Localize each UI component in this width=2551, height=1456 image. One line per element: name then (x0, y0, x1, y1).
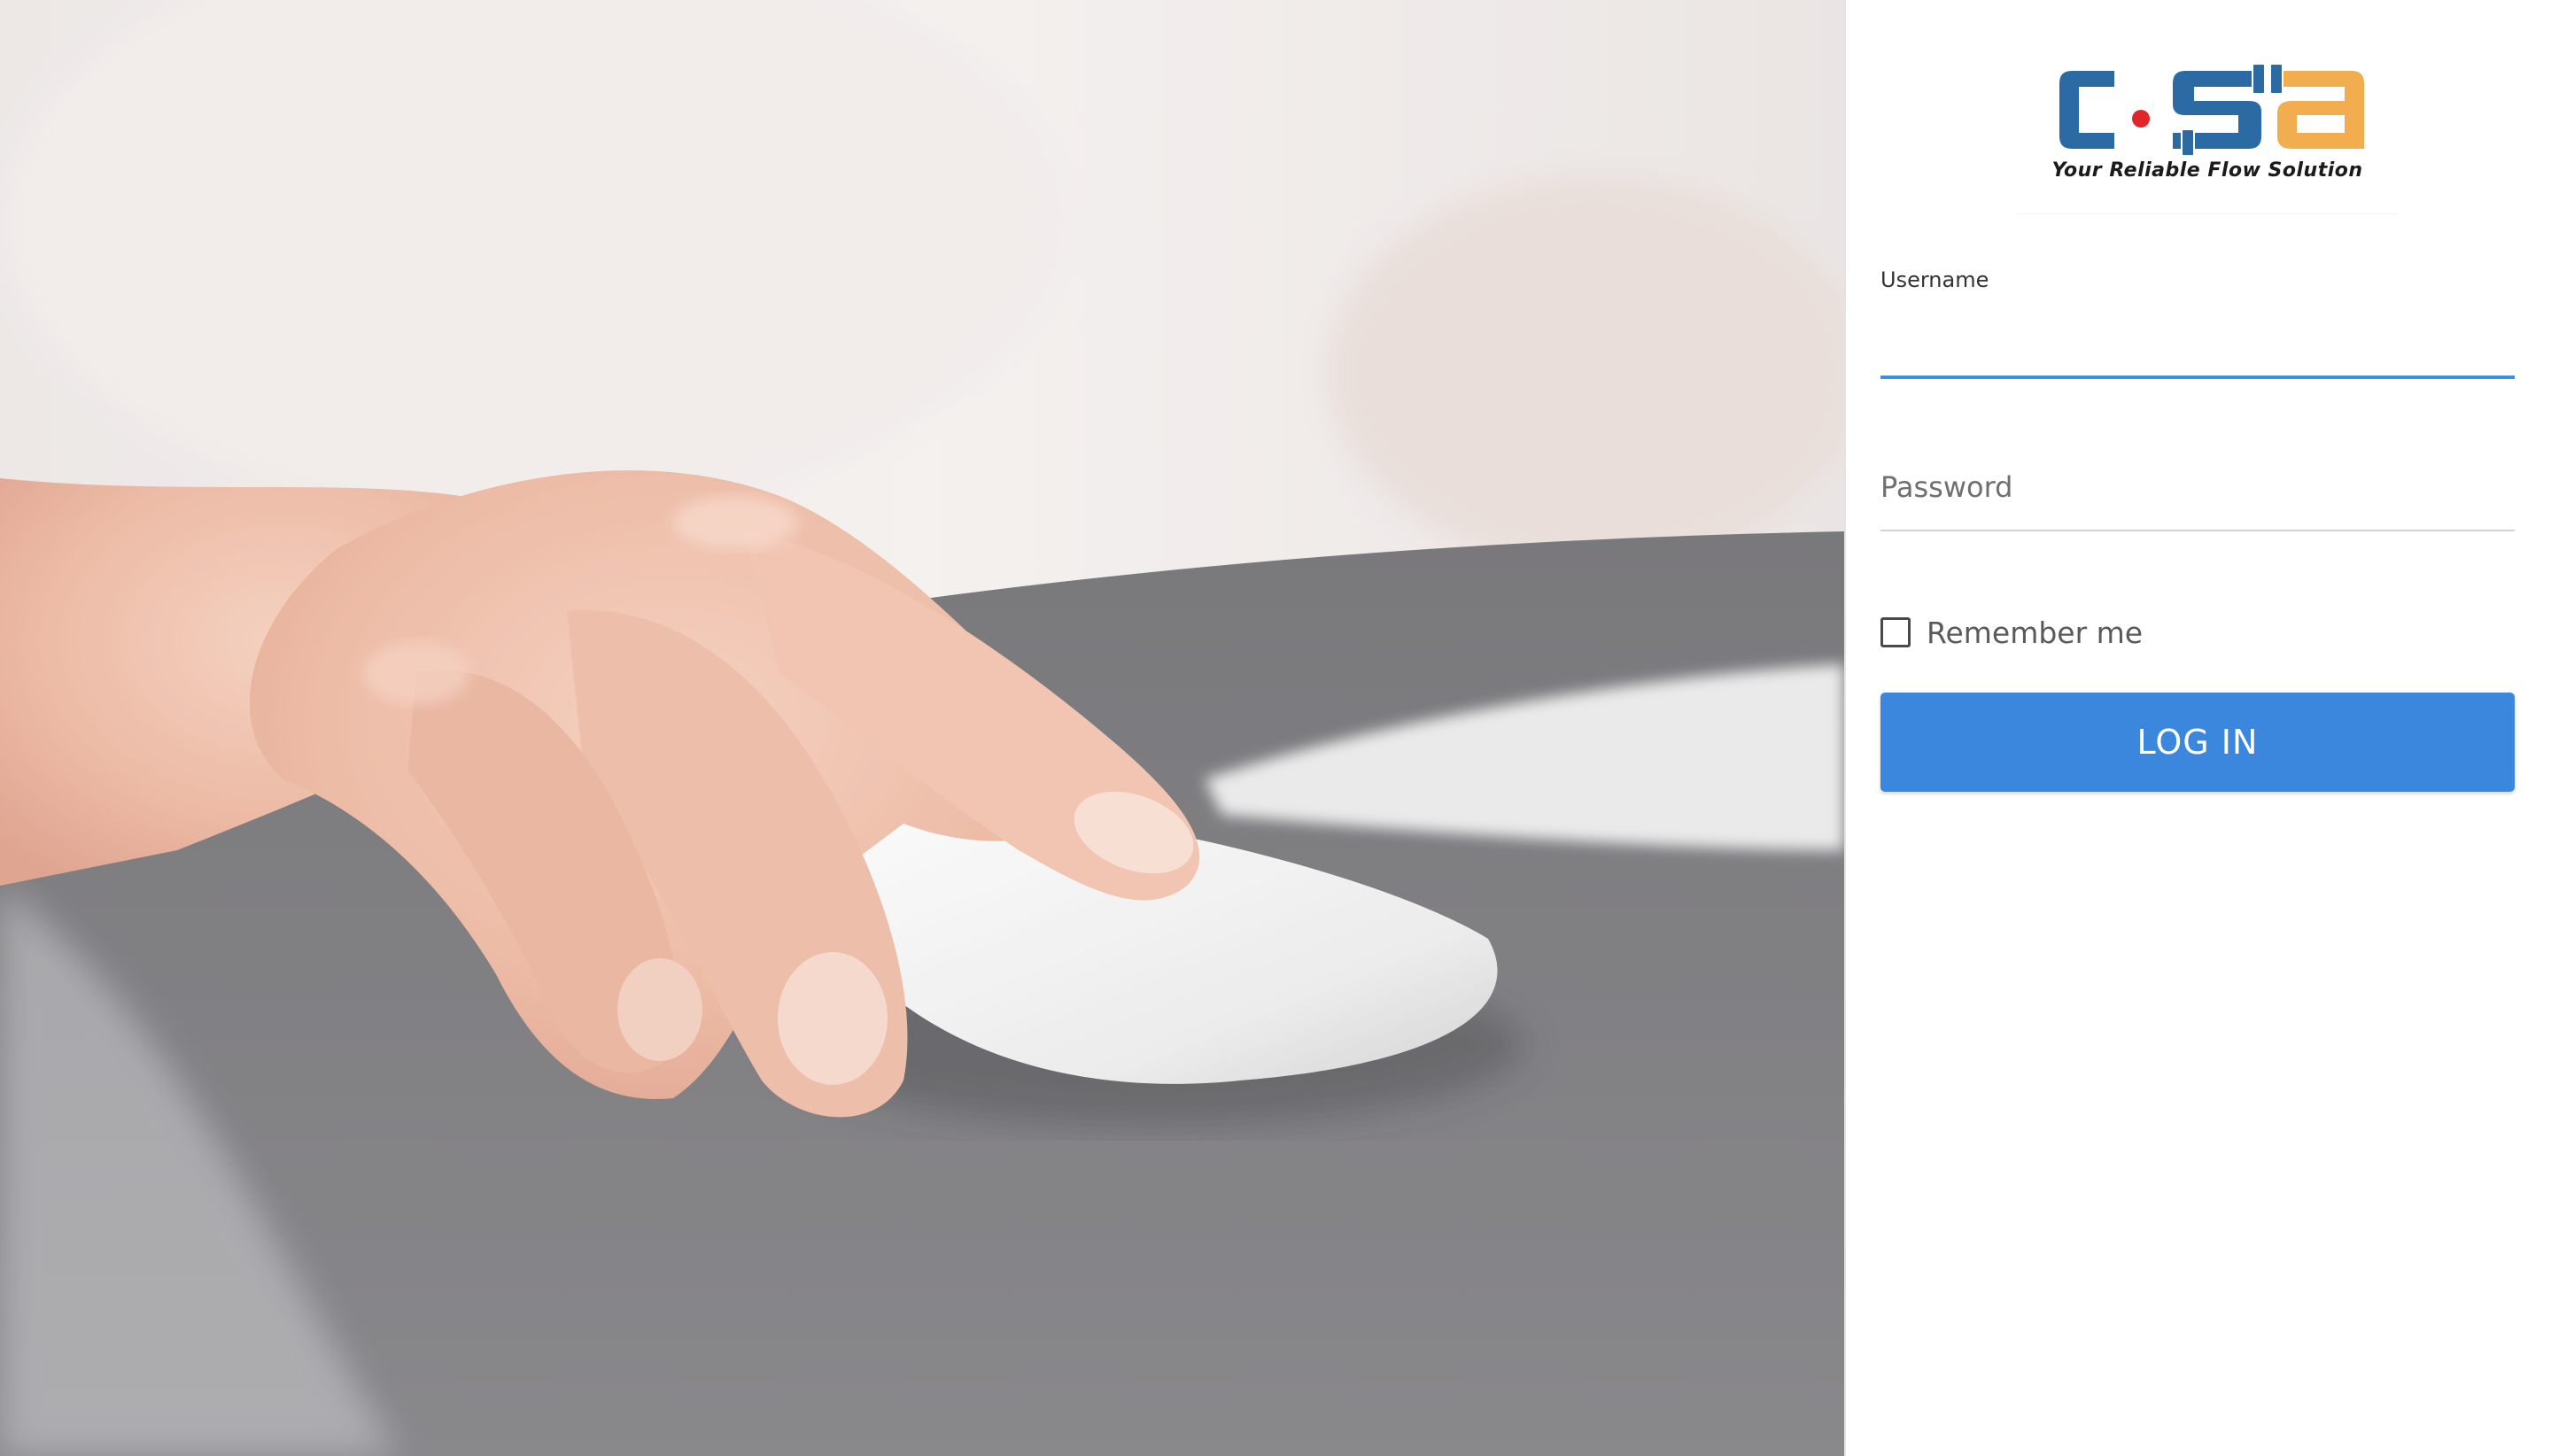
csa-logo-icon (2059, 63, 2364, 157)
remember-me-row[interactable]: Remember me (1880, 611, 2143, 654)
hand-on-mouse-illustration (0, 0, 1844, 1456)
background-photo (0, 0, 1844, 1456)
username-label: Username (1880, 267, 1989, 292)
username-underline (1880, 376, 2515, 379)
username-field-group: Username (1880, 266, 2515, 379)
password-field-group (1880, 443, 2515, 531)
username-input[interactable] (1880, 315, 2515, 379)
company-logo: Your Reliable Flow Solution (2017, 46, 2398, 214)
remember-me-checkbox[interactable] (1880, 617, 1911, 647)
login-button[interactable]: LOG IN (1880, 693, 2515, 792)
remember-me-label[interactable]: Remember me (1927, 616, 2143, 650)
password-underline (1880, 530, 2515, 531)
password-input[interactable] (1880, 443, 2515, 531)
logo-tagline: Your Reliable Flow Solution (2051, 159, 2363, 182)
login-panel: Your Reliable Flow Solution Username Rem… (1844, 0, 2551, 1456)
